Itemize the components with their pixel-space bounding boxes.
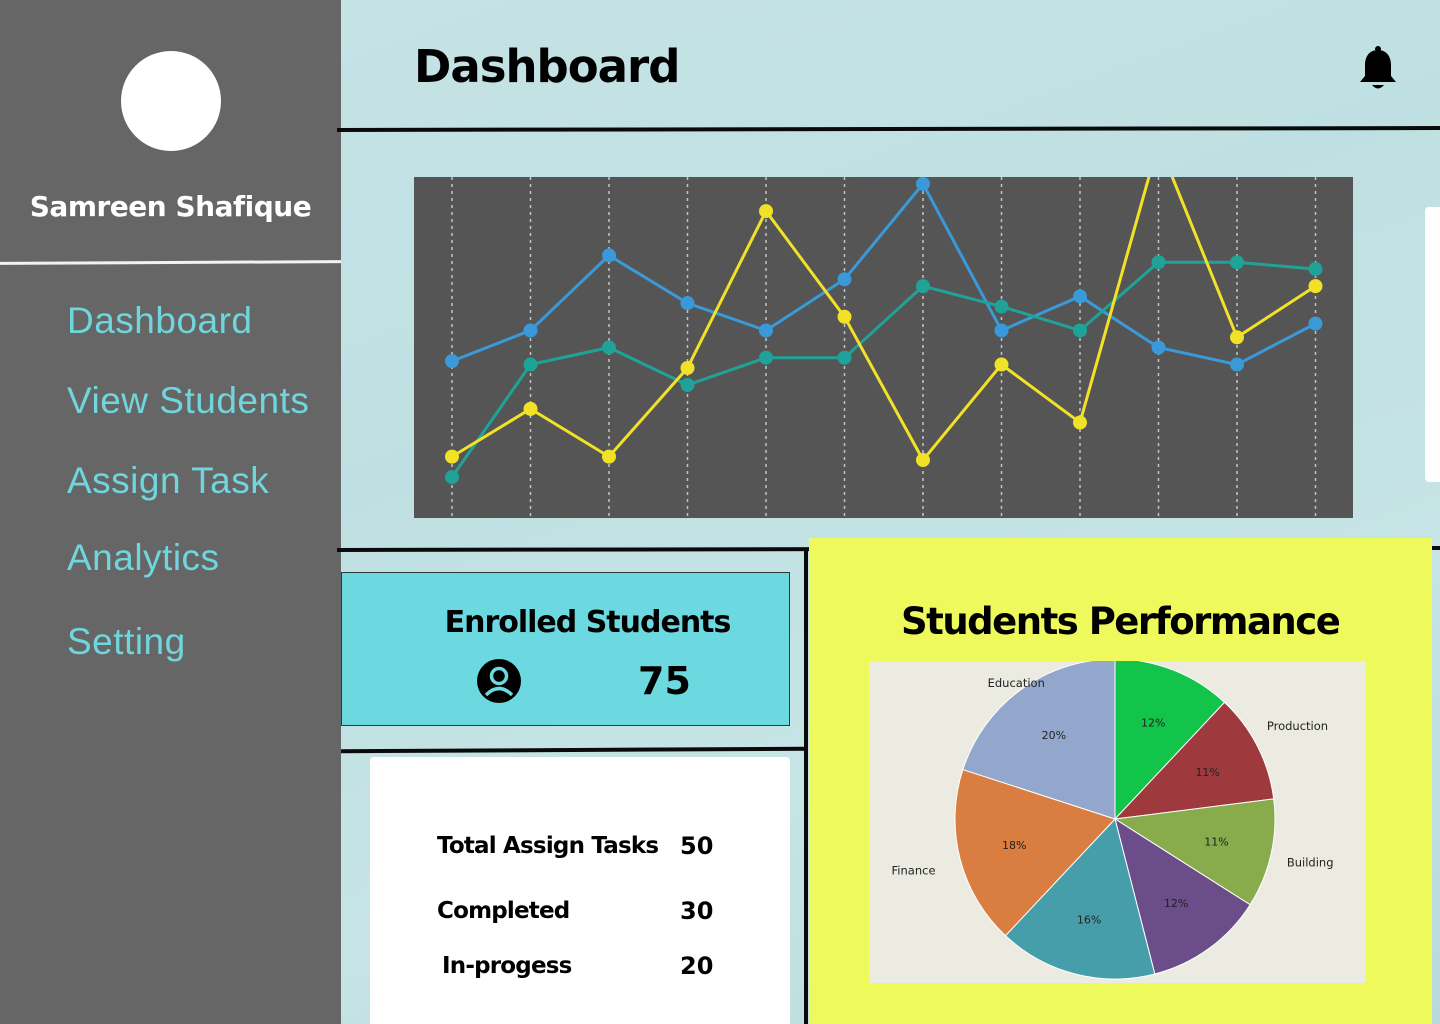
data-point	[916, 279, 930, 294]
sidebar-item-assign-task[interactable]: Assign Task	[67, 460, 269, 502]
sidebar-item-analytics[interactable]: Analytics	[67, 537, 220, 579]
data-point	[680, 378, 695, 393]
data-point	[759, 350, 773, 365]
pie-value-label: 18%	[1002, 839, 1026, 852]
performance-title: Students Performance	[901, 600, 1341, 643]
data-point	[916, 453, 930, 468]
pie-category-label: Building	[1287, 856, 1334, 870]
sidebar: Samreen Shafique Dashboard View Students…	[0, 0, 342, 1024]
sidebar-item-setting[interactable]: Setting	[67, 621, 186, 663]
task-label-completed: Completed	[437, 898, 570, 924]
data-point	[759, 204, 773, 219]
data-point	[759, 323, 773, 338]
data-point	[680, 360, 695, 375]
pie-value-label: 11%	[1195, 766, 1219, 779]
data-point	[1151, 255, 1166, 270]
enrolled-students-card: Enrolled Students 75	[341, 572, 790, 726]
data-point	[523, 323, 538, 338]
pie-category-label: Finance	[892, 864, 936, 878]
data-point	[994, 299, 1009, 314]
line-chart	[414, 138, 1395, 518]
pie-category-label: Production	[1267, 719, 1328, 733]
data-point	[1230, 357, 1244, 372]
user-name: Samreen Shafique	[29, 190, 312, 223]
data-point	[1230, 255, 1244, 270]
task-value-total: 50	[680, 832, 714, 860]
series-line-2	[451, 138, 1317, 463]
data-point	[1073, 289, 1087, 304]
pie-value-label: 11%	[1204, 836, 1228, 849]
data-point	[602, 340, 616, 355]
sidebar-divider	[0, 260, 342, 265]
task-value-completed: 30	[680, 897, 714, 925]
data-point	[523, 401, 538, 416]
pie-category-label: Education	[988, 676, 1045, 690]
pie-value-label: 16%	[1077, 914, 1101, 927]
data-point	[837, 309, 852, 324]
task-label-in-progress: In-progess	[442, 953, 572, 979]
user-circle-icon	[476, 658, 522, 704]
data-point	[1308, 279, 1323, 294]
data-point	[994, 357, 1009, 372]
enrolled-title: Enrolled Students	[444, 605, 732, 640]
task-label-total: Total Assign Tasks	[437, 833, 659, 859]
avatar[interactable]	[121, 51, 221, 151]
data-point	[1308, 316, 1323, 331]
data-point	[916, 176, 930, 191]
card-divider	[340, 746, 807, 754]
series-line-1	[450, 260, 1316, 478]
column-divider	[804, 549, 808, 1024]
pie-value-label: 20%	[1042, 729, 1066, 742]
bell-icon[interactable]	[1356, 45, 1400, 93]
page-title: Dashboard	[414, 40, 680, 93]
pie-chart: 12%Agriculture11%Production11%Building12…	[869, 661, 1366, 983]
enrolled-count: 75	[638, 659, 691, 703]
data-point	[523, 357, 538, 372]
data-point	[445, 470, 459, 485]
data-point	[680, 296, 695, 311]
data-point	[445, 449, 459, 464]
sidebar-item-dashboard[interactable]: Dashboard	[67, 300, 253, 342]
pie-value-label: 12%	[1164, 897, 1188, 910]
data-point	[1230, 330, 1244, 345]
data-point	[602, 449, 616, 464]
line-chart-svg	[445, 138, 1395, 518]
performance-panel: Students Performance 12%Agriculture11%Pr…	[809, 538, 1432, 1024]
pie-value-label: 12%	[1141, 716, 1165, 729]
scrollbar[interactable]	[1425, 207, 1440, 482]
data-point	[445, 354, 459, 369]
data-point	[837, 272, 852, 287]
data-point	[1151, 340, 1166, 355]
data-point	[1073, 415, 1087, 430]
data-point	[602, 248, 616, 263]
header-divider	[336, 126, 1440, 132]
data-point	[1308, 262, 1323, 277]
pie-chart-svg: 12%Agriculture11%Production11%Building12…	[892, 661, 1334, 980]
tasks-card: Total Assign Tasks 50 Completed 30 In-pr…	[370, 757, 790, 1024]
sidebar-item-view-students[interactable]: View Students	[67, 380, 309, 422]
data-point	[837, 350, 852, 365]
data-point	[994, 323, 1009, 338]
data-point	[1073, 323, 1087, 338]
task-value-in-progress: 20	[680, 952, 714, 980]
